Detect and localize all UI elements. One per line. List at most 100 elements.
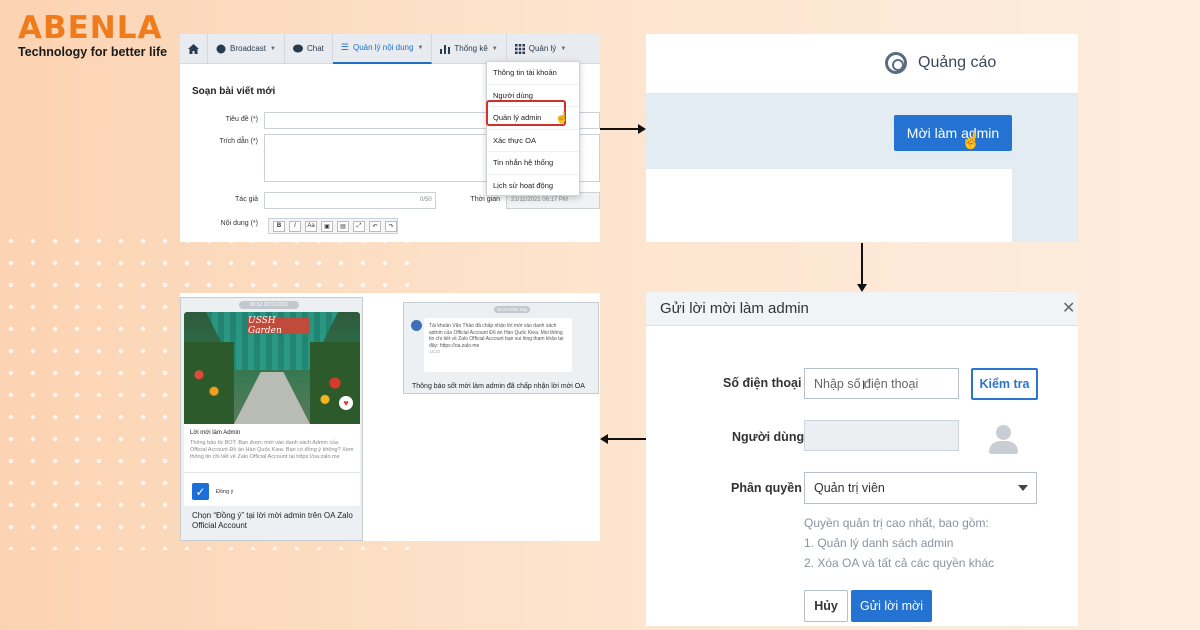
permission-item-1: 1. Quản lý danh sách admin xyxy=(804,536,954,550)
agree-label: Đồng ý xyxy=(216,489,234,495)
notification-screen: 18:22 Hôm nay Tài khoản Văn Thảo đã chấp… xyxy=(403,302,599,394)
dialog-title: Gửi lời mời làm admin xyxy=(660,300,809,317)
caret-down-icon: ▼ xyxy=(560,45,567,52)
permission-intro: Quyền quản trị cao nhất, bao gồm: xyxy=(804,516,989,530)
nav-stats-label: Thống kê xyxy=(454,44,488,53)
cms-compose-panel: Broadcast ▼ Chat ☰ Quản lý nội dung ▼ Th… xyxy=(180,34,600,242)
notification-text: Tài khoản Văn Thảo đã chấp nhận lời mời … xyxy=(429,323,564,349)
user-label: Người dùng xyxy=(732,430,805,444)
invite-card-body: Thông báo từ BOT: Bạn được mời vào danh … xyxy=(190,440,354,460)
arrow-left xyxy=(608,438,646,440)
broadcast-icon xyxy=(216,44,226,53)
arrow-right xyxy=(600,128,640,130)
highlight-box xyxy=(486,100,566,126)
author-input[interactable] xyxy=(264,192,436,209)
checkbox-checked-icon[interactable]: ✓ xyxy=(192,483,209,500)
role-label: Phân quyền xyxy=(731,481,802,495)
ads-header xyxy=(646,34,1078,94)
check-button[interactable]: Kiểm tra xyxy=(971,368,1038,400)
caret-down-icon xyxy=(1018,485,1028,491)
brand-tagline: Technology for better life xyxy=(18,45,168,59)
manage-dropdown-menu: Thông tin tài khoản Người dùng Quản lý a… xyxy=(486,61,580,196)
brand-name: ABENLA xyxy=(18,10,163,46)
content-label: Nội dung (*) xyxy=(220,220,258,227)
text-cursor-icon: I xyxy=(862,378,866,392)
user-field xyxy=(804,420,959,451)
nav-chat-label: Chat xyxy=(306,44,324,53)
ads-section-label: Quảng cáo xyxy=(918,54,997,71)
arrow-right-head xyxy=(638,124,646,134)
nav-content[interactable]: ☰ Quản lý nội dung ▼ xyxy=(332,34,433,64)
excerpt-label: Trích dẫn (*) xyxy=(219,138,258,145)
menu-item-account-info[interactable]: Thông tin tài khoản xyxy=(487,62,579,85)
undo-icon[interactable]: ↶ xyxy=(369,220,381,232)
zalo-result-panel: 06:52 22/11/2021 USSH Garden ♥ Lời mời l… xyxy=(180,293,600,541)
top-navbar: Broadcast ▼ Chat ☰ Quản lý nội dung ▼ Th… xyxy=(180,34,600,64)
caption-accept: Chọn “Đồng ý” tại lời mời admin trên OA … xyxy=(192,511,353,530)
notification-clock: 18:22 xyxy=(429,349,441,354)
arrow-down-head xyxy=(857,284,867,292)
grid-icon xyxy=(514,43,525,54)
notification-bubble: Tài khoản Văn Thảo đã chấp nhận lời mời … xyxy=(424,318,572,372)
close-icon[interactable]: ✕ xyxy=(1062,298,1075,318)
invite-admin-dialog: Gửi lời mời làm admin ✕ Số điện thoại Nh… xyxy=(646,292,1078,626)
notification-timestamp: 18:22 Hôm nay xyxy=(494,306,530,313)
menu-item-activity-log[interactable]: Lịch sử hoạt động xyxy=(487,175,579,198)
arrow-left-head xyxy=(600,434,608,444)
font-size-icon[interactable]: Aa xyxy=(305,220,317,232)
list-icon: ☰ xyxy=(340,42,349,52)
cancel-button[interactable]: Hủy xyxy=(804,590,848,622)
nav-chat[interactable]: Chat xyxy=(285,34,333,64)
role-select[interactable]: Quản trị viên xyxy=(804,472,1037,504)
heart-icon[interactable]: ♥ xyxy=(339,396,353,410)
caret-down-icon: ▼ xyxy=(270,45,276,52)
nav-stats[interactable]: Thống kê ▼ xyxy=(432,34,507,64)
nav-home[interactable] xyxy=(180,34,208,64)
image-icon[interactable]: ▣ xyxy=(321,220,333,232)
nav-content-label: Quản lý nội dung xyxy=(352,43,414,52)
phone-label: Số điện thoại xyxy=(723,376,802,390)
phone-input[interactable]: Nhập số điện thoại xyxy=(804,368,959,399)
page-title: Soạn bài viết mới xyxy=(192,86,276,97)
admin-invite-panel: Quảng cáo Mời làm admin ☝ xyxy=(646,34,1078,242)
embed-icon[interactable]: ▤ xyxy=(337,220,349,232)
caret-down-icon: ▼ xyxy=(491,45,498,52)
content-card xyxy=(646,169,1012,242)
permission-item-2: 2. Xóa OA và tất cả các quyền khác xyxy=(804,556,995,570)
role-select-value: Quản trị viên xyxy=(814,481,885,495)
editor-toolbar: B I Aa ▣ ▤ ⤢ ↶ ↷ xyxy=(268,218,398,234)
author-label: Tác giả xyxy=(235,196,258,203)
menu-item-oa-verification[interactable]: Xác thực OA xyxy=(487,130,579,152)
nav-manage-label: Quản lý xyxy=(528,44,557,53)
agree-row[interactable]: ✓ Đồng ý xyxy=(184,472,360,502)
send-invite-button[interactable]: Gửi lời mời xyxy=(851,590,932,622)
user-avatar-icon xyxy=(986,423,1020,457)
menu-item-system-messages[interactable]: Tin nhắn hệ thống xyxy=(487,152,579,175)
nav-manage[interactable]: Quản lý ▼ xyxy=(507,34,575,64)
bold-icon[interactable]: B xyxy=(273,220,285,232)
caret-down-icon: ▼ xyxy=(417,44,424,51)
nav-broadcast-label: Broadcast xyxy=(230,44,267,53)
brand-logo: ABENLA Technology for better life xyxy=(18,12,167,59)
chat-icon xyxy=(292,44,303,52)
title-label: Tiêu đề (*) xyxy=(225,116,258,123)
home-icon xyxy=(188,43,199,54)
hand-cursor-icon: ☝ xyxy=(555,112,569,124)
redo-icon[interactable]: ↷ xyxy=(385,220,397,232)
time-label: Thời gian xyxy=(470,196,501,203)
fullscreen-icon[interactable]: ⤢ xyxy=(353,220,365,232)
invite-card-title: Lời mời làm Admin xyxy=(190,430,241,436)
target-icon xyxy=(885,52,907,74)
hand-cursor-icon: ☝ xyxy=(961,133,981,150)
italic-icon[interactable]: I xyxy=(289,220,301,232)
nav-broadcast[interactable]: Broadcast ▼ xyxy=(208,34,285,64)
bar-chart-icon xyxy=(440,44,451,54)
oa-avatar xyxy=(411,320,422,331)
arrow-down xyxy=(861,243,863,285)
garden-sign: USSH Garden xyxy=(248,316,310,336)
invite-admin-button[interactable]: Mời làm admin xyxy=(894,115,1012,151)
message-timestamp: 06:52 22/11/2021 xyxy=(239,301,299,309)
garden-photo: USSH Garden ♥ xyxy=(184,312,360,424)
caption-notification: Thông báo sốt mời làm admin đã chấp nhận… xyxy=(412,383,585,390)
zalo-chat-screen: 06:52 22/11/2021 USSH Garden ♥ Lời mời l… xyxy=(180,297,363,541)
